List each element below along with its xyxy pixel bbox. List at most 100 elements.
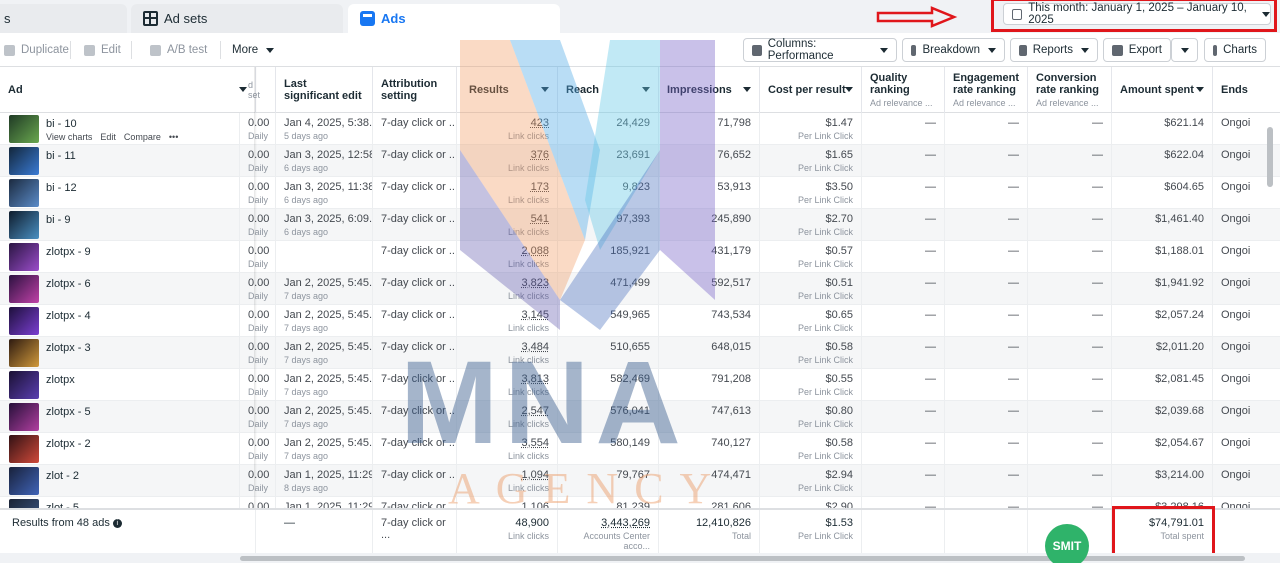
ad-name[interactable]: zlotpx - 3	[46, 342, 91, 354]
cell-c: —	[1028, 305, 1112, 337]
table-row[interactable]: bi - 10 View charts Edit Compare ••• 0.00 Dail…	[0, 113, 1280, 145]
row-more-button[interactable]: •••	[169, 132, 178, 142]
ad-thumbnail[interactable]	[9, 147, 39, 175]
ad-cell[interactable]: zlotpx - 9	[0, 241, 240, 273]
table-row[interactable]: bi - 9 0.00 Daily Jan 3, 2025, 6:09... 6 day…	[0, 209, 1280, 241]
edit-button[interactable]: Edit	[76, 38, 129, 62]
col-amount-spent[interactable]: Amount spent	[1112, 67, 1213, 113]
cell-value: $621.14	[1164, 117, 1204, 129]
table-row[interactable]: zlotpx - 3 0.00 Daily Jan 2, 2025, 5:45... 7…	[0, 337, 1280, 369]
table-row[interactable]: zlot - 2 0.00 Daily Jan 1, 2025, 11:29... 8 …	[0, 465, 1280, 497]
ad-cell[interactable]: zlotpx - 5	[0, 401, 240, 433]
reports-button[interactable]: Reports	[1010, 38, 1098, 62]
table-row[interactable]: zlotpx 0.00 Daily Jan 2, 2025, 5:45... 7 day…	[0, 369, 1280, 401]
ad-name[interactable]: zlotpx - 2	[46, 438, 91, 450]
ad-name[interactable]: zlotpx - 5	[46, 406, 91, 418]
ad-thumbnail[interactable]	[9, 403, 39, 431]
export-button[interactable]: Export	[1103, 38, 1171, 62]
ad-thumbnail[interactable]	[9, 115, 39, 143]
col-ad[interactable]: Ad	[0, 67, 256, 113]
ad-thumbnail[interactable]	[9, 467, 39, 495]
ad-cell[interactable]: bi - 10 View charts Edit Compare •••	[0, 113, 240, 145]
cell-reach: 23,691	[558, 145, 659, 177]
cell-q: —	[862, 369, 945, 401]
ad-name[interactable]: zlotpx - 6	[46, 278, 91, 290]
ab-test-button[interactable]: A/B test	[142, 38, 215, 62]
view-charts-link[interactable]: View charts	[46, 132, 92, 142]
ad-cell[interactable]: zlotpx - 2	[0, 433, 240, 465]
info-icon[interactable]: i	[112, 518, 122, 528]
col-conversion-ranking[interactable]: Conversion rate ranking Ad relevance ...	[1028, 67, 1112, 113]
col-reach[interactable]: Reach	[558, 67, 659, 113]
ad-cell[interactable]: zlotpx - 3	[0, 337, 240, 369]
vertical-scrollbar[interactable]	[1267, 127, 1273, 187]
breakdown-button[interactable]: Breakdown	[902, 38, 1005, 62]
ad-cell[interactable]: zlot - 2	[0, 465, 240, 497]
ad-cell[interactable]: zlotpx	[0, 369, 240, 401]
col-ends[interactable]: Ends	[1213, 67, 1280, 113]
cell-sublabel: 6 days ago	[284, 195, 329, 205]
col-attribution[interactable]: Attribution setting	[373, 67, 457, 113]
ad-name[interactable]: zlotpx	[46, 374, 75, 386]
cell-budget: 0.00 Daily	[240, 209, 276, 241]
ad-cell[interactable]: bi - 12	[0, 177, 240, 209]
col-label: Last significant edit	[284, 78, 362, 102]
charts-button[interactable]: Charts	[1204, 38, 1266, 62]
table-row[interactable]: bi - 11 0.00 Daily Jan 3, 2025, 12:58... 6 d…	[0, 145, 1280, 177]
ad-thumbnail[interactable]	[9, 371, 39, 399]
table-row[interactable]: zlotpx - 4 0.00 Daily Jan 2, 2025, 5:45... 7…	[0, 305, 1280, 337]
ad-name[interactable]: zlotpx - 9	[46, 246, 91, 258]
ad-name[interactable]: bi - 9	[46, 214, 70, 226]
ad-cell[interactable]: bi - 9	[0, 209, 240, 241]
col-impressions[interactable]: Impressions	[659, 67, 760, 113]
col-results[interactable]: Results	[457, 67, 558, 113]
cell-edit: Jan 2, 2025, 5:45... 7 days ago	[276, 305, 373, 337]
ad-name[interactable]: bi - 10	[46, 118, 77, 130]
ad-name[interactable]: zlotpx - 4	[46, 310, 91, 322]
ad-name[interactable]: zlot - 2	[46, 470, 79, 482]
row-edit-link[interactable]: Edit	[100, 132, 116, 142]
table-row[interactable]: zlotpx - 9 0.00 Daily 7-day click or ... 2,0…	[0, 241, 1280, 273]
ad-thumbnail[interactable]	[9, 339, 39, 367]
chevron-down-icon	[1181, 47, 1189, 53]
duplicate-button[interactable]: Duplicate	[0, 38, 77, 62]
table-row[interactable]: zlotpx - 5 0.00 Daily Jan 2, 2025, 5:45... 7…	[0, 401, 1280, 433]
export-dropdown[interactable]	[1171, 38, 1198, 62]
col-label: Cost per result	[768, 84, 846, 96]
col-label: Conversion rate ranking	[1036, 72, 1099, 96]
compare-link[interactable]: Compare	[124, 132, 161, 142]
ad-thumbnail[interactable]	[9, 179, 39, 207]
table-row[interactable]: zlotpx - 6 0.00 Daily Jan 2, 2025, 5:45... 7…	[0, 273, 1280, 305]
col-last-edit[interactable]: Last significant edit	[276, 67, 373, 113]
cell-reach: 24,429	[558, 113, 659, 145]
cell-value: Jan 2, 2025, 5:45...	[284, 341, 373, 353]
ad-cell[interactable]: zlotpx - 6	[0, 273, 240, 305]
col-quality-ranking[interactable]: Quality ranking Ad relevance ...	[862, 67, 945, 113]
table-row[interactable]: bi - 12 0.00 Daily Jan 3, 2025, 11:38... 6 d…	[0, 177, 1280, 209]
more-button[interactable]: More	[224, 38, 282, 62]
footer-engagement	[945, 510, 1028, 553]
tab-ads[interactable]: Ads	[348, 4, 560, 33]
columns-button[interactable]: Columns: Performance	[743, 38, 897, 62]
cell-reach: 580,149	[558, 433, 659, 465]
ad-cell[interactable]: zlotpx - 4	[0, 305, 240, 337]
table-row[interactable]: zlotpx - 2 0.00 Daily Jan 2, 2025, 5:45... 7…	[0, 433, 1280, 465]
ad-name[interactable]: bi - 12	[46, 182, 77, 194]
cell-q: —	[862, 465, 945, 497]
cell-value: 648,015	[711, 341, 751, 353]
horizontal-scrollbar[interactable]	[240, 556, 1245, 561]
col-label: Amount spent	[1120, 84, 1194, 96]
col-engagement-ranking[interactable]: Engagement rate ranking Ad relevance ...	[945, 67, 1028, 113]
cell-edit: Jan 4, 2025, 5:38... 5 days ago	[276, 113, 373, 145]
ad-thumbnail[interactable]	[9, 275, 39, 303]
ad-thumbnail[interactable]	[9, 243, 39, 271]
ad-cell[interactable]: bi - 11	[0, 145, 240, 177]
tab-campaigns[interactable]: s	[0, 4, 127, 33]
col-cost-per-result[interactable]: Cost per result	[760, 67, 862, 113]
ad-thumbnail[interactable]	[9, 435, 39, 463]
tab-ad-sets[interactable]: Ad sets	[131, 4, 343, 33]
ad-thumbnail[interactable]	[9, 211, 39, 239]
floating-badge[interactable]: SMIT	[1045, 524, 1089, 563]
ad-name[interactable]: bi - 11	[46, 150, 76, 162]
ad-thumbnail[interactable]	[9, 307, 39, 335]
